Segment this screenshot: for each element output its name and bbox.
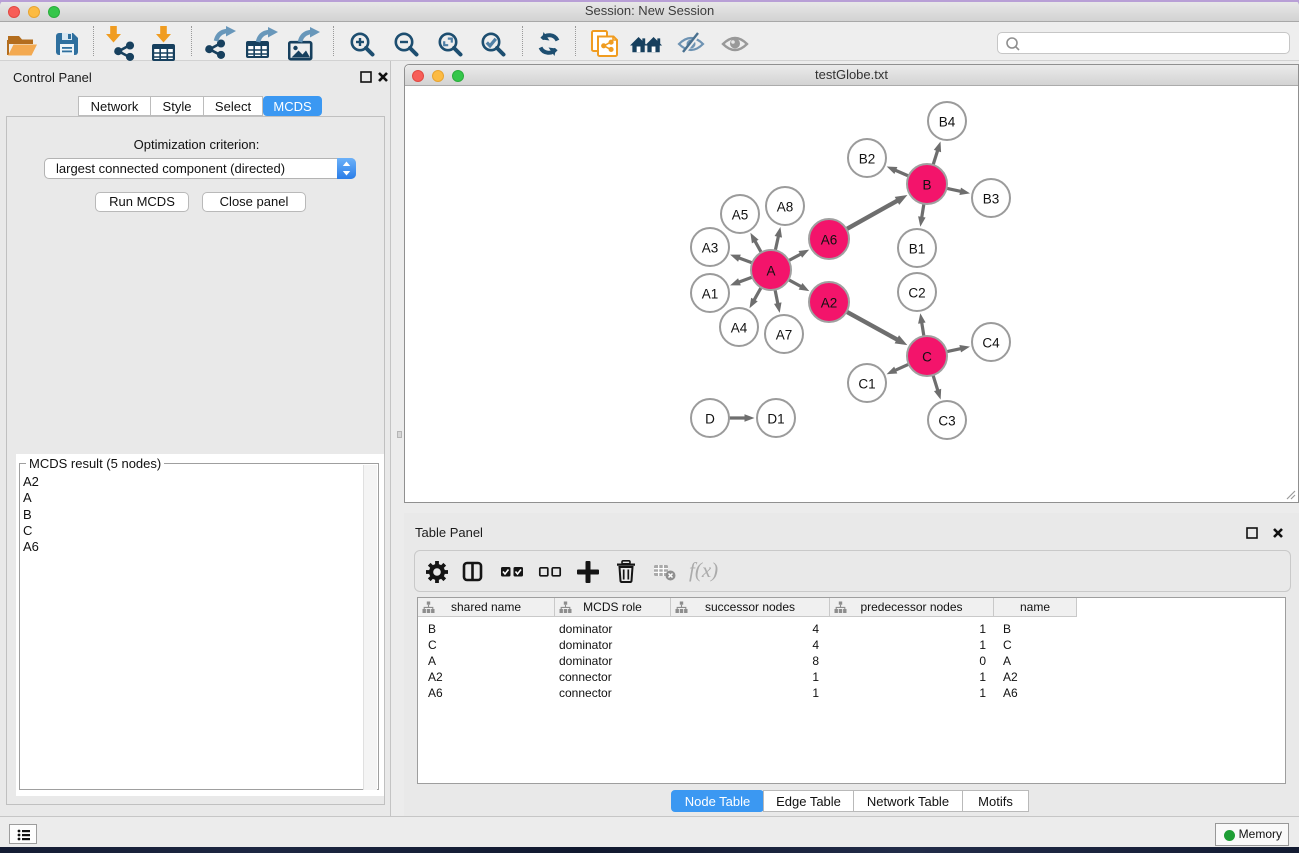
svg-text:D1: D1 <box>767 412 784 427</box>
svg-text:A1: A1 <box>702 287 719 302</box>
svg-text:A3: A3 <box>702 241 719 256</box>
svg-text:A8: A8 <box>777 200 794 215</box>
svg-text:C3: C3 <box>938 414 955 429</box>
svg-text:B4: B4 <box>939 115 956 130</box>
svg-text:f(x): f(x) <box>689 560 718 582</box>
svg-text:C1: C1 <box>858 377 875 392</box>
svg-text:D: D <box>705 412 715 427</box>
svg-text:A4: A4 <box>731 321 748 336</box>
svg-text:B2: B2 <box>859 152 876 167</box>
svg-text:C4: C4 <box>982 336 1000 351</box>
svg-text:B: B <box>922 178 931 193</box>
svg-text:C2: C2 <box>908 286 925 301</box>
svg-text:B3: B3 <box>983 192 1000 207</box>
svg-text:A: A <box>766 264 775 279</box>
svg-text:A2: A2 <box>821 296 838 311</box>
svg-text:A5: A5 <box>732 208 749 223</box>
svg-text:C: C <box>922 350 932 365</box>
svg-text:B1: B1 <box>909 242 926 257</box>
svg-text:A6: A6 <box>821 233 838 248</box>
svg-text:A7: A7 <box>776 328 793 343</box>
